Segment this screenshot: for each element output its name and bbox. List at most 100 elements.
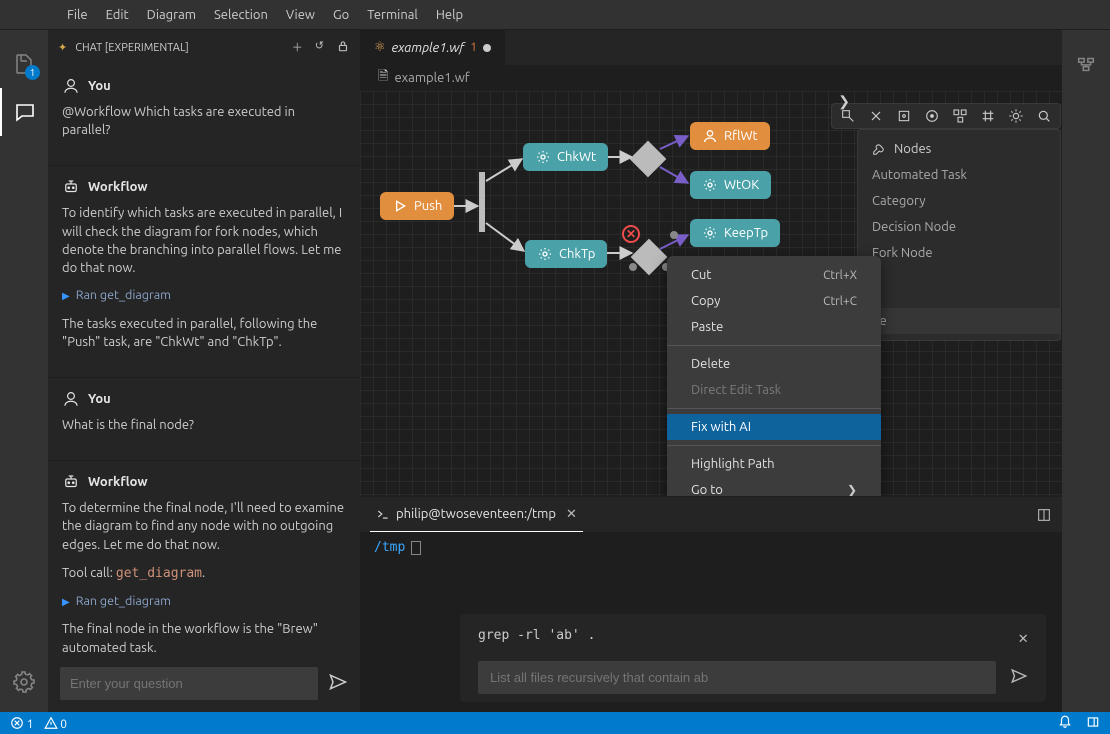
- node-keeptp[interactable]: KeepTp: [690, 219, 780, 247]
- search-icon[interactable]: [1036, 108, 1052, 124]
- status-warnings[interactable]: 0: [44, 716, 68, 731]
- ctx-highlight-path[interactable]: Highlight Path: [667, 451, 881, 477]
- tool-run[interactable]: ▶Ran get_diagram: [62, 287, 346, 305]
- wrench-icon: [872, 142, 886, 156]
- chat-title: CHAT [EXPERIMENTAL]: [75, 42, 189, 54]
- editor-area: ⚛ example1.wf 1 🗎 example1.wf ❯: [360, 30, 1062, 712]
- node-type-option[interactable]: Decision Node: [858, 214, 1060, 240]
- menu-file[interactable]: File: [58, 0, 97, 30]
- activity-settings[interactable]: [0, 658, 48, 706]
- nodes-dropdown-header[interactable]: Nodes: [858, 136, 1060, 162]
- activity-explorer[interactable]: 1: [0, 40, 48, 88]
- menu-terminal[interactable]: Terminal: [358, 0, 427, 30]
- activity-chat[interactable]: [0, 88, 48, 136]
- select-icon[interactable]: [840, 108, 856, 124]
- chat-message: You What is the final node?: [48, 378, 360, 461]
- chat-text: The final node in the workflow is the "B…: [62, 620, 346, 655]
- chat-input[interactable]: [60, 667, 318, 700]
- close-icon[interactable]: ✕: [566, 507, 577, 522]
- play-icon: [392, 198, 408, 214]
- editor-tab[interactable]: ⚛ example1.wf 1: [360, 30, 505, 65]
- grid-icon[interactable]: [980, 108, 996, 124]
- node-wtok[interactable]: WtOK: [690, 171, 771, 199]
- modified-dot-icon: [483, 44, 491, 52]
- gear-icon: [702, 177, 718, 193]
- menu-edit[interactable]: Edit: [97, 0, 138, 30]
- explorer-badge: 1: [25, 65, 40, 80]
- chat-text: The tasks executed in parallel, followin…: [62, 315, 346, 351]
- diagram-toolbar: [831, 103, 1061, 129]
- node-push[interactable]: Push: [380, 192, 454, 220]
- person-icon: [62, 77, 80, 95]
- chat-sender: You: [88, 392, 111, 406]
- new-chat-icon[interactable]: ＋: [292, 39, 303, 56]
- chat-text: To identify which tasks are executed in …: [62, 204, 346, 277]
- ctx-sep: [667, 345, 881, 346]
- terminal-tab-label: philip@twoseventeen:/tmp: [396, 507, 556, 521]
- editor-tabs: ⚛ example1.wf 1: [360, 30, 1062, 65]
- tool-run[interactable]: ▶Ran get_diagram: [62, 593, 346, 611]
- robot-icon: [62, 178, 80, 196]
- menu-selection[interactable]: Selection: [205, 0, 277, 30]
- ctx-fix-with-ai[interactable]: Fix with AI: [667, 414, 881, 440]
- lock-icon[interactable]: [336, 39, 350, 56]
- handle[interactable]: [670, 231, 678, 239]
- layout-icon[interactable]: [952, 108, 968, 124]
- error-marker[interactable]: ✕: [622, 225, 640, 243]
- notifications-icon[interactable]: [1058, 715, 1072, 732]
- menu-view[interactable]: View: [277, 0, 324, 30]
- chat-sender: You: [88, 79, 111, 93]
- split-icon[interactable]: [1036, 507, 1052, 523]
- node-chktp[interactable]: ChkTp: [525, 240, 607, 268]
- history-icon[interactable]: ↺: [315, 39, 324, 56]
- node-chkwt[interactable]: ChkWt: [523, 143, 608, 171]
- terminal-ai-input[interactable]: [478, 661, 996, 694]
- person-icon: [62, 390, 80, 408]
- ctx-copy[interactable]: CopyCtrl+C: [667, 288, 881, 314]
- menu-help[interactable]: Help: [427, 0, 472, 30]
- breadcrumb[interactable]: 🗎 example1.wf: [360, 65, 1062, 91]
- debug-icon[interactable]: [1008, 108, 1024, 124]
- diagram-canvas[interactable]: ❯ Nodes Automated Task Category Decision…: [360, 91, 1062, 496]
- dirty-indicator: 1: [470, 41, 477, 54]
- nodes-dropdown[interactable]: Nodes Automated Task Category Decision N…: [857, 129, 1061, 341]
- outline-icon[interactable]: [1062, 40, 1110, 88]
- ctx-cut[interactable]: CutCtrl+X: [667, 262, 881, 288]
- handle[interactable]: [629, 263, 637, 271]
- node-type-option[interactable]: Fork Node: [858, 240, 1060, 266]
- send-icon[interactable]: [1010, 667, 1028, 689]
- ctx-delete[interactable]: Delete: [667, 351, 881, 377]
- chat-sender: Workflow: [88, 180, 147, 194]
- terminal-tab[interactable]: philip@twoseventeen:/tmp ✕: [370, 497, 583, 532]
- chat-sender: Workflow: [88, 475, 147, 489]
- terminal-icon: [376, 507, 390, 521]
- file-icon: 🗎: [378, 67, 388, 89]
- ctx-paste[interactable]: Paste: [667, 314, 881, 340]
- close-icon[interactable]: [868, 108, 884, 124]
- node-more[interactable]: ge: [858, 308, 1060, 334]
- node-type-option[interactable]: Category: [858, 188, 1060, 214]
- node-rflwt[interactable]: RflWt: [690, 122, 770, 150]
- menu-go[interactable]: Go: [324, 0, 358, 30]
- tool-call: Tool call: get_diagram.: [62, 564, 346, 583]
- center-icon[interactable]: [924, 108, 940, 124]
- layout-icon[interactable]: [1086, 715, 1100, 732]
- node-type-option[interactable]: Automated Task: [858, 162, 1060, 188]
- fit-icon[interactable]: [896, 108, 912, 124]
- chevron-right-icon[interactable]: ❯: [838, 93, 850, 110]
- chat-panel: ✦ CHAT [EXPERIMENTAL] ＋ ↺ You @Workflow …: [48, 30, 360, 712]
- status-errors[interactable]: 1: [10, 716, 34, 731]
- ctx-direct-edit: Direct Edit Task: [667, 377, 881, 403]
- ctx-go-to[interactable]: Go to❯: [667, 477, 881, 496]
- tab-label: example1.wf: [392, 41, 465, 55]
- chat-input-row: [48, 655, 360, 712]
- chevron-right-icon: ❯: [847, 483, 857, 496]
- fork-node[interactable]: [479, 172, 485, 232]
- gear-icon: [702, 225, 718, 241]
- send-icon[interactable]: [328, 672, 348, 695]
- terminal-body[interactable]: /tmp grep -rl 'ab' . ✕: [360, 532, 1062, 712]
- menu-diagram[interactable]: Diagram: [138, 0, 205, 30]
- chat-message: Workflow To identify which tasks are exe…: [48, 166, 360, 378]
- close-icon[interactable]: ✕: [1018, 628, 1028, 647]
- chat-message: Workflow To determine the final node, I'…: [48, 461, 360, 655]
